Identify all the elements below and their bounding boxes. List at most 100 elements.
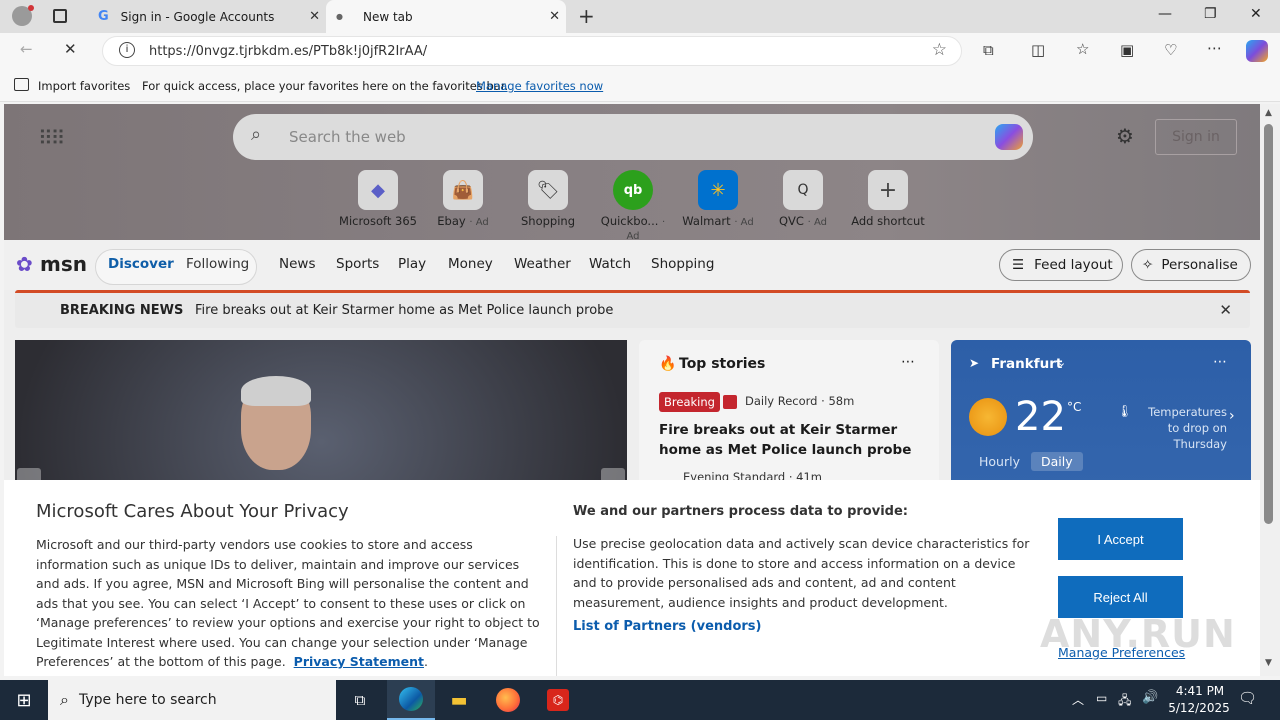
- task-view-icon[interactable]: ⧉: [336, 680, 384, 720]
- privacy-statement-link[interactable]: Privacy Statement: [294, 654, 424, 669]
- more-options-icon[interactable]: ⋯: [1213, 354, 1227, 370]
- notifications-icon[interactable]: 🗨: [1238, 689, 1257, 707]
- edge-icon[interactable]: [387, 680, 435, 720]
- file-explorer-icon[interactable]: ▬: [435, 680, 483, 720]
- tray-device-icon[interactable]: ▭: [1096, 691, 1107, 705]
- top-stories-title[interactable]: Top stories: [679, 356, 765, 372]
- tab-google-signin[interactable]: G Sign in - Google Accounts ✕: [88, 0, 326, 33]
- close-banner-icon[interactable]: ✕: [1219, 301, 1232, 319]
- ebay-bag-icon: 👜: [443, 170, 483, 210]
- shortcut-ebay[interactable]: 👜 Ebay · Ad: [423, 170, 503, 228]
- story-headline[interactable]: Fire breaks out at Keir Starmer home as …: [659, 420, 919, 460]
- location-arrow-icon: ➤: [969, 356, 980, 370]
- settings-gear-icon[interactable]: ⚙: [1116, 124, 1134, 148]
- nav-shopping[interactable]: Shopping: [651, 256, 714, 272]
- tab-strip: G Sign in - Google Accounts ✕ ● New tab …: [0, 0, 1280, 33]
- breaking-news-headline[interactable]: Fire breaks out at Keir Starmer home as …: [195, 303, 613, 318]
- scroll-up-icon[interactable]: ▲: [1265, 108, 1272, 118]
- acrobat-icon[interactable]: ⌬: [534, 680, 582, 720]
- shortcut-quickbooks[interactable]: qb Quickbo... · Ad: [593, 170, 673, 242]
- extensions-icon[interactable]: ⧉: [983, 41, 994, 59]
- windows-start-icon[interactable]: ⊞: [0, 680, 48, 720]
- shortcut-walmart[interactable]: ✳ Walmart · Ad: [678, 170, 758, 228]
- shortcut-add[interactable]: + Add shortcut: [848, 170, 928, 228]
- weather-tab-daily[interactable]: Daily: [1031, 452, 1083, 471]
- clock-time[interactable]: 4:41 PM: [1172, 684, 1228, 698]
- back-icon[interactable]: ←: [20, 40, 33, 58]
- chevron-down-icon[interactable]: ⌄: [1057, 356, 1066, 369]
- partners-list-link[interactable]: List of Partners (vendors): [573, 619, 761, 634]
- close-tab-icon[interactable]: ✕: [309, 9, 320, 24]
- scroll-thumb[interactable]: [1264, 124, 1273, 524]
- favorites-hint: For quick access, place your favorites h…: [142, 79, 509, 93]
- firefox-icon[interactable]: [484, 680, 532, 720]
- collections-icon[interactable]: ▣: [1120, 41, 1134, 59]
- copilot-search-icon[interactable]: [995, 124, 1023, 150]
- shortcut-qvc[interactable]: Q QVC · Ad: [763, 170, 843, 228]
- sign-in-button[interactable]: Sign in: [1155, 119, 1237, 155]
- tab-title: New tab: [362, 9, 413, 24]
- microsoft-365-icon: ◆: [358, 170, 398, 210]
- url-text[interactable]: https://0nvgz.tjrbkdm.es/PTb8k!j0jfR2IrA…: [149, 44, 427, 59]
- more-menu-icon[interactable]: ⋯: [1207, 39, 1222, 57]
- favorites-icon[interactable]: ☆: [1076, 40, 1089, 58]
- nav-news[interactable]: News: [279, 256, 315, 272]
- site-info-icon[interactable]: i: [119, 42, 135, 58]
- import-favorites-icon[interactable]: [14, 78, 29, 91]
- quickbooks-icon: qb: [613, 170, 653, 210]
- breaking-badge: Breaking: [659, 392, 720, 412]
- weather-city[interactable]: Frankfurt: [991, 356, 1062, 372]
- sliders-icon: ☰: [1012, 257, 1025, 273]
- shortcut-shopping[interactable]: 🏷 Shopping: [508, 170, 588, 228]
- taskbar-search[interactable]: ⌕ Type here to search: [48, 680, 336, 720]
- feed-layout-button[interactable]: ☰ Feed layout: [999, 249, 1123, 281]
- tray-chevron-icon[interactable]: ︿: [1072, 691, 1084, 708]
- msn-logo[interactable]: msn: [40, 252, 87, 276]
- nav-weather[interactable]: Weather: [514, 256, 571, 272]
- windows-taskbar: ⊞ ⌕ Type here to search ⧉ ▬ ⌬ ︿ ▭ 🖧 🔊 4:…: [0, 680, 1280, 720]
- page-scrollbar[interactable]: ▲ ▼: [1260, 104, 1280, 676]
- new-tab-icon[interactable]: +: [578, 4, 595, 28]
- shortcut-microsoft-365[interactable]: ◆ Microsoft 365: [338, 170, 418, 228]
- scroll-down-icon[interactable]: ▼: [1265, 658, 1272, 668]
- clock-date[interactable]: 5/12/2025: [1166, 701, 1232, 715]
- search-input[interactable]: Search the web: [289, 128, 406, 146]
- nav-sports[interactable]: Sports: [336, 256, 379, 272]
- thermometer-icon: 🌡: [1117, 404, 1133, 418]
- volume-icon[interactable]: 🔊: [1142, 690, 1158, 705]
- walmart-icon: ✳: [698, 170, 738, 210]
- stop-loading-icon[interactable]: ✕: [64, 40, 77, 58]
- accept-button[interactable]: I Accept: [1058, 518, 1183, 560]
- address-bar[interactable]: i https://0nvgz.tjrbkdm.es/PTb8k!j0jfR2I…: [102, 36, 962, 66]
- tab-discover[interactable]: Discover: [108, 256, 174, 272]
- nav-money[interactable]: Money: [448, 256, 493, 272]
- personalise-button[interactable]: ✧ Personalise: [1131, 249, 1251, 281]
- taskbar-search-input[interactable]: Type here to search: [79, 692, 217, 708]
- loading-dot-icon: ●: [336, 12, 343, 21]
- apps-launcher-icon[interactable]: ⠿⠿: [38, 126, 65, 150]
- browser-essentials-icon[interactable]: ♡: [1164, 41, 1177, 59]
- more-options-icon[interactable]: ⋯: [901, 354, 915, 370]
- weather-tab-hourly[interactable]: Hourly: [979, 454, 1020, 469]
- breaking-news-banner[interactable]: BREAKING NEWS Fire breaks out at Keir St…: [15, 290, 1250, 328]
- weather-next-icon[interactable]: ›: [1229, 408, 1235, 424]
- msn-butterfly-icon: ✿: [16, 252, 33, 276]
- tab-new-tab[interactable]: ● New tab ✕: [326, 0, 566, 33]
- manage-favorites-link[interactable]: Manage favorites now: [476, 79, 603, 93]
- nav-play[interactable]: Play: [398, 256, 426, 272]
- split-screen-icon[interactable]: ◫: [1031, 41, 1045, 59]
- minimize-icon[interactable]: —: [1158, 6, 1172, 22]
- hero-banner: ⠿⠿ ⌕ Search the web ⚙ Sign in ◆ Microsoft…: [4, 104, 1260, 242]
- search-box[interactable]: ⌕ Search the web: [233, 114, 1033, 160]
- network-icon[interactable]: 🖧: [1118, 691, 1131, 712]
- toolbar: ← ✕ i https://0nvgz.tjrbkdm.es/PTb8k!j0j…: [0, 33, 1280, 70]
- favorite-star-icon[interactable]: ☆: [932, 40, 947, 60]
- restore-icon[interactable]: ❐: [1204, 6, 1217, 22]
- tab-actions-icon[interactable]: [53, 9, 67, 23]
- nav-watch[interactable]: Watch: [589, 256, 631, 272]
- copilot-icon[interactable]: [1246, 40, 1268, 62]
- close-tab-icon[interactable]: ✕: [549, 9, 560, 24]
- import-favorites-button[interactable]: Import favorites: [38, 79, 130, 93]
- close-window-icon[interactable]: ✕: [1250, 6, 1262, 22]
- tab-following[interactable]: Following: [186, 256, 249, 272]
